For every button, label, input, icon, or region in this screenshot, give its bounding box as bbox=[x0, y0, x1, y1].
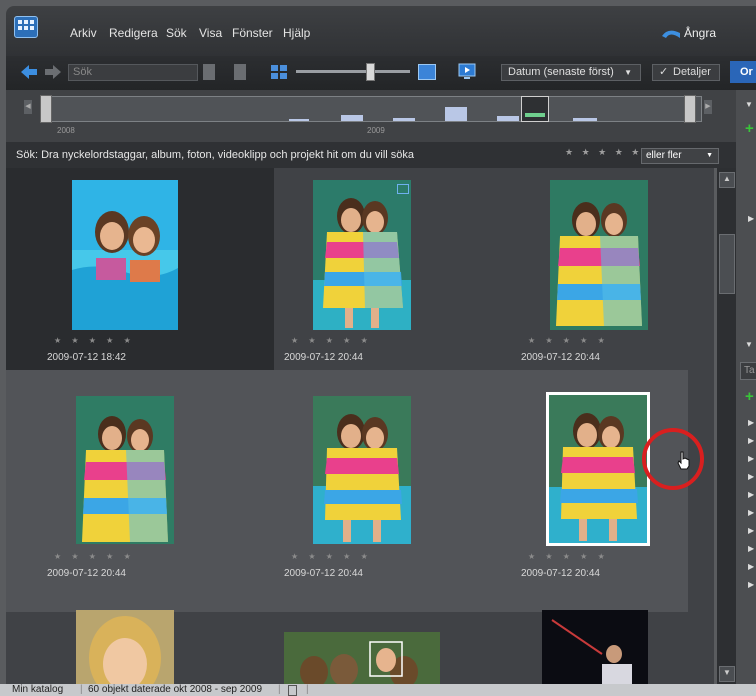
rotate-right-icon[interactable] bbox=[234, 64, 246, 80]
thumbnail-6-selected[interactable] bbox=[546, 392, 650, 546]
scroll-up-button[interactable]: ▲ bbox=[719, 172, 735, 188]
timeline-year-2009: 2009 bbox=[367, 126, 385, 135]
thumbnail-5-date: 2009-07-12 20:44 bbox=[284, 568, 363, 579]
sort-select-value: Datum (senaste först) bbox=[508, 66, 614, 78]
thumbnail-2[interactable] bbox=[313, 180, 411, 330]
timeline-end-handle[interactable] bbox=[684, 95, 696, 123]
thumbnail-4[interactable] bbox=[76, 396, 174, 544]
document-icon[interactable] bbox=[288, 685, 297, 696]
rating-filter-value: eller fler bbox=[646, 150, 682, 161]
thumbnail-2-rating[interactable]: ★ ★ ★ ★ ★ bbox=[291, 336, 372, 345]
tag-expand-arrow-icon[interactable]: ▶ bbox=[748, 418, 754, 427]
organizer-app-icon[interactable] bbox=[14, 16, 38, 38]
media-grid: ★ ★ ★ ★ ★ 2009-07-12 18:42 ★ ★ ★ ★ ★ 200… bbox=[6, 168, 714, 684]
add-album-icon[interactable]: + bbox=[745, 120, 754, 137]
photo-towel-girls-pool-2 bbox=[549, 395, 647, 543]
photo-towel-girls-2 bbox=[550, 180, 648, 330]
thumbnail-1-date: 2009-07-12 18:42 bbox=[47, 352, 126, 363]
search-input[interactable]: Sök bbox=[68, 64, 198, 81]
thumbnail-7[interactable] bbox=[76, 610, 174, 684]
photo-towel-girls bbox=[313, 180, 411, 330]
tag-search-input[interactable]: Ta bbox=[740, 362, 756, 380]
thumbnail-4-rating[interactable]: ★ ★ ★ ★ ★ bbox=[54, 552, 135, 561]
chevron-down-icon: ▼ bbox=[723, 668, 731, 677]
collapse-arrow-icon[interactable]: ▼ bbox=[745, 100, 753, 109]
tag-expand-arrow-icon[interactable]: ▶ bbox=[748, 454, 754, 463]
thumbnail-9[interactable] bbox=[542, 610, 648, 684]
thumbnail-1[interactable] bbox=[72, 180, 178, 330]
chevron-up-icon: ▲ bbox=[723, 174, 731, 183]
photo-towel-girls-3 bbox=[76, 396, 174, 544]
thumbnail-6-rating[interactable]: ★ ★ ★ ★ ★ bbox=[528, 552, 609, 561]
tag-expand-arrow-icon[interactable]: ▶ bbox=[748, 544, 754, 553]
photo-performer-dark bbox=[542, 610, 648, 684]
add-tag-icon[interactable]: + bbox=[745, 388, 754, 405]
tag-expand-arrow-icon[interactable]: ▶ bbox=[748, 508, 754, 517]
timeline-selected-month[interactable] bbox=[521, 96, 549, 122]
thumbnail-3[interactable] bbox=[550, 180, 648, 330]
scroll-down-button[interactable]: ▼ bbox=[719, 666, 735, 682]
zoom-slider-thumb[interactable] bbox=[366, 63, 375, 81]
search-drop-prompt: Sök: Dra nyckelordstaggar, album, foton,… bbox=[16, 149, 415, 161]
tag-expand-arrow-icon[interactable]: ▶ bbox=[748, 472, 754, 481]
tag-expand-arrow-icon[interactable]: ▶ bbox=[748, 490, 754, 499]
details-checkbox[interactable]: ✓ Detaljer bbox=[652, 64, 720, 81]
thumbnail-8[interactable] bbox=[284, 632, 440, 684]
zoom-slider-track[interactable] bbox=[296, 70, 410, 73]
timeline-right-arrow[interactable]: ▶ bbox=[704, 100, 712, 114]
tag-expand-arrow-icon[interactable]: ▶ bbox=[748, 562, 754, 571]
slideshow-icon[interactable] bbox=[458, 63, 476, 80]
highlight-circle bbox=[642, 428, 704, 490]
undo-button[interactable]: Ångra bbox=[684, 26, 716, 40]
timeline-year-2008: 2008 bbox=[57, 126, 75, 135]
timeline-left-arrow[interactable]: ◀ bbox=[24, 100, 32, 114]
menu-sok[interactable]: Sök bbox=[166, 26, 187, 40]
sort-select[interactable]: Datum (senaste först) ▼ bbox=[501, 64, 641, 81]
rating-filter-select[interactable]: eller fler ▼ bbox=[641, 148, 719, 164]
menu-fonster[interactable]: Fönster bbox=[232, 26, 273, 40]
menu-arkiv[interactable]: Arkiv bbox=[70, 26, 97, 40]
timeline-start-handle[interactable] bbox=[40, 95, 52, 123]
menu-redigera[interactable]: Redigera bbox=[109, 26, 158, 40]
back-arrow-icon[interactable] bbox=[20, 64, 38, 80]
photo-pool-girls bbox=[72, 180, 178, 330]
thumbnail-5[interactable] bbox=[313, 396, 411, 544]
stack-icon[interactable] bbox=[397, 184, 409, 194]
collapse-arrow-icon[interactable]: ▼ bbox=[745, 340, 753, 349]
rotate-left-icon[interactable] bbox=[203, 64, 215, 80]
right-panel: ▼ + ▶ ▼ Ta + ▶ ▶ ▶ ▶ ▶ ▶ ▶ ▶ ▶ ▶ bbox=[736, 90, 756, 686]
thumbnail-2-date: 2009-07-12 20:44 bbox=[284, 352, 363, 363]
checkmark-icon: ✓ bbox=[659, 66, 669, 78]
catalog-name[interactable]: Min katalog bbox=[12, 684, 63, 696]
chevron-down-icon: ▼ bbox=[706, 152, 713, 159]
photo-group-kids bbox=[284, 632, 440, 684]
scroll-thumb[interactable] bbox=[719, 234, 735, 294]
thumbnail-1-rating[interactable]: ★ ★ ★ ★ ★ bbox=[54, 336, 135, 345]
expand-arrow-icon[interactable]: ▶ bbox=[748, 214, 754, 223]
details-label: Detaljer bbox=[673, 66, 711, 78]
thumbnail-6-date: 2009-07-12 20:44 bbox=[521, 568, 600, 579]
thumbnail-grid-icon[interactable] bbox=[270, 64, 288, 80]
tag-expand-arrow-icon[interactable]: ▶ bbox=[748, 526, 754, 535]
photo-girl-portrait bbox=[76, 610, 174, 684]
tag-expand-arrow-icon[interactable]: ▶ bbox=[748, 436, 754, 445]
undo-icon[interactable] bbox=[660, 27, 682, 39]
thumbnail-3-date: 2009-07-12 20:44 bbox=[521, 352, 600, 363]
chevron-down-icon: ▼ bbox=[624, 68, 632, 77]
forward-arrow-icon[interactable] bbox=[44, 64, 62, 80]
hand-cursor-icon bbox=[677, 451, 690, 470]
thumbnail-4-date: 2009-07-12 20:44 bbox=[47, 568, 126, 579]
thumbnail-5-rating[interactable]: ★ ★ ★ ★ ★ bbox=[291, 552, 372, 561]
menu-hjalp[interactable]: Hjälp bbox=[283, 26, 310, 40]
tag-expand-arrow-icon[interactable]: ▶ bbox=[748, 580, 754, 589]
status-bar: Min katalog | 60 objekt daterade okt 200… bbox=[0, 684, 756, 696]
organize-tab-button[interactable]: Or bbox=[730, 61, 756, 83]
menu-visa[interactable]: Visa bbox=[199, 26, 222, 40]
item-count: 60 objekt daterade okt 2008 - sep 2009 bbox=[88, 684, 263, 695]
single-photo-icon[interactable] bbox=[418, 64, 436, 80]
rating-filter-stars[interactable]: ★ ★ ★ ★ ★ bbox=[565, 147, 642, 158]
timeline-track[interactable] bbox=[40, 96, 702, 122]
photo-towel-girls-pool bbox=[313, 396, 411, 544]
thumbnail-3-rating[interactable]: ★ ★ ★ ★ ★ bbox=[528, 336, 609, 345]
